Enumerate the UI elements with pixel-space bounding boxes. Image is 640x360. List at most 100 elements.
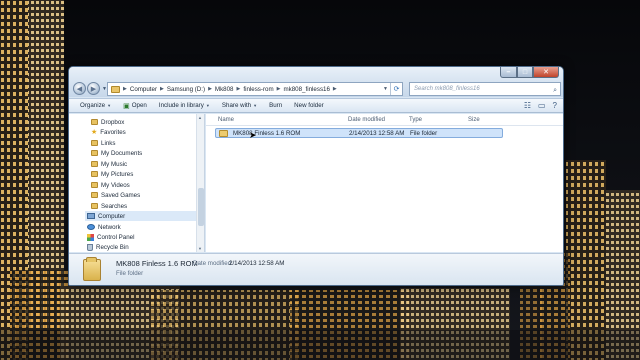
view-options-icon[interactable]: ☷ xyxy=(524,101,531,110)
close-button[interactable]: ✕ xyxy=(533,67,559,78)
navigation-pane: Dropbox ★ Favorites Links My Documents My… xyxy=(69,114,205,252)
column-date-modified[interactable]: Date modified xyxy=(348,117,385,123)
column-name[interactable]: Name xyxy=(218,117,234,123)
nav-item-label: Control Panel xyxy=(97,233,135,241)
details-pane: MK808 Finless 1.6 ROM Date modified: 2/1… xyxy=(69,253,563,285)
column-header: Name Date modified Type Size xyxy=(206,114,563,126)
title-bar[interactable]: – □ ✕ ◀ ▶ ▼ ▶ Computer ▶ Samsung (D:) ▶ … xyxy=(69,67,563,97)
nav-item-label: My Documents xyxy=(101,149,143,157)
forward-button[interactable]: ▶ xyxy=(87,82,100,95)
row-date: 2/14/2013 12:58 AM xyxy=(349,130,405,137)
nav-item-label: Favorites xyxy=(100,128,126,136)
view-controls: ☷ ▭ ? xyxy=(524,101,557,110)
chevron-right-icon: ▶ xyxy=(160,86,164,92)
address-bar[interactable]: ▶ Computer ▶ Samsung (D:) ▶ Mk808 ▶ finl… xyxy=(107,82,403,96)
breadcrumb-mk808[interactable]: Mk808 xyxy=(215,86,234,93)
table-row[interactable]: MK808 Finless 1.6 ROM 2/14/2013 12:58 AM… xyxy=(215,128,503,140)
nav-item-my-music[interactable]: My Music xyxy=(91,159,127,169)
chevron-right-icon: ▶ xyxy=(123,86,127,92)
search-input[interactable]: Search mk808_finless16 ⌕ xyxy=(409,82,561,96)
nav-item-searches[interactable]: Searches xyxy=(91,201,127,211)
details-type: File folder xyxy=(116,270,144,277)
nav-item-label: Links xyxy=(101,139,116,147)
share-with-button[interactable]: Share with ▼ xyxy=(222,102,257,109)
scroll-thumb[interactable] xyxy=(198,188,204,226)
column-type[interactable]: Type xyxy=(409,117,422,123)
column-size[interactable]: Size xyxy=(468,117,480,123)
chevron-down-icon: ▼ xyxy=(205,103,210,108)
row-type: File folder xyxy=(410,130,438,137)
control-panel-icon xyxy=(87,233,94,241)
scroll-up-icon[interactable]: ▲ xyxy=(198,115,202,120)
explorer-window: – □ ✕ ◀ ▶ ▼ ▶ Computer ▶ Samsung (D:) ▶ … xyxy=(68,66,564,286)
command-bar: Organize ▼ ▣ Open Include in library ▼ S… xyxy=(69,98,563,113)
organize-button[interactable]: Organize ▼ xyxy=(80,102,111,109)
nav-item-favorites[interactable]: ★ Favorites xyxy=(91,127,126,137)
recycle-bin-icon xyxy=(87,243,93,251)
refresh-icon: ⟳ xyxy=(393,86,400,93)
search-icon[interactable]: ⌕ xyxy=(553,85,557,97)
computer-icon xyxy=(87,213,95,219)
folder-icon xyxy=(91,192,98,198)
chevron-down-icon: ▼ xyxy=(253,103,258,108)
burn-button[interactable]: Burn xyxy=(269,102,282,109)
nav-item-label: My Videos xyxy=(101,181,130,189)
caption-buttons: – □ ✕ xyxy=(500,67,559,78)
nav-item-dropbox[interactable]: Dropbox xyxy=(91,117,124,127)
breadcrumb-computer[interactable]: Computer xyxy=(130,86,157,93)
nav-item-label: Recycle Bin xyxy=(96,243,129,251)
nav-item-saved-games[interactable]: Saved Games xyxy=(91,190,140,200)
open-icon: ▣ xyxy=(123,102,130,110)
folder-icon xyxy=(91,119,98,125)
scroll-down-icon[interactable]: ▼ xyxy=(198,246,202,251)
new-folder-button[interactable]: New folder xyxy=(294,102,324,109)
mouse-pointer-icon: ➤ xyxy=(249,130,257,140)
minimize-button[interactable]: – xyxy=(500,67,517,78)
nav-scrollbar[interactable]: ▲ ▼ xyxy=(196,114,204,252)
back-arrow-icon: ◀ xyxy=(76,85,83,93)
folder-icon xyxy=(91,203,98,209)
nav-item-my-documents[interactable]: My Documents xyxy=(91,148,142,158)
star-icon: ★ xyxy=(91,128,98,136)
folder-icon xyxy=(111,85,120,93)
folder-icon xyxy=(91,140,98,146)
chevron-right-icon: ▶ xyxy=(332,86,337,92)
organize-label: Organize xyxy=(80,102,106,109)
folder-icon xyxy=(83,257,101,281)
nav-item-my-pictures[interactable]: My Pictures xyxy=(91,169,133,179)
folder-icon xyxy=(91,171,98,177)
include-in-library-button[interactable]: Include in library ▼ xyxy=(159,102,210,109)
burn-label: Burn xyxy=(269,102,283,109)
nav-item-label: Dropbox xyxy=(101,118,125,126)
breadcrumb-current[interactable]: mk808_finless16 xyxy=(283,86,329,93)
nav-item-label: My Pictures xyxy=(101,170,134,178)
refresh-button[interactable]: ⟳ xyxy=(390,83,402,95)
breadcrumb-drive[interactable]: Samsung (D:) xyxy=(167,86,205,93)
preview-pane-icon[interactable]: ▭ xyxy=(538,101,546,110)
search-placeholder: Search mk808_finless16 xyxy=(414,86,480,92)
nav-item-control-panel[interactable]: Control Panel xyxy=(87,232,135,242)
chevron-right-icon: ▶ xyxy=(236,86,241,92)
nav-item-my-videos[interactable]: My Videos xyxy=(91,180,130,190)
file-list-pane: Name Date modified Type Size MK808 Finle… xyxy=(206,114,563,252)
nav-item-recycle-bin[interactable]: Recycle Bin xyxy=(87,242,129,252)
open-button[interactable]: ▣ Open xyxy=(123,102,147,110)
back-button[interactable]: ◀ xyxy=(73,82,86,95)
close-icon: ✕ xyxy=(543,68,549,76)
network-icon xyxy=(87,224,95,230)
nav-item-computer[interactable]: Computer xyxy=(85,211,197,221)
details-modified-value: 2/14/2013 12:58 AM xyxy=(229,260,285,267)
row-name: MK808 Finless 1.6 ROM xyxy=(233,130,301,137)
nav-item-label: Computer xyxy=(98,212,126,220)
nav-item-label: Saved Games xyxy=(101,191,141,199)
chevron-down-icon: ▼ xyxy=(107,103,112,108)
address-dropdown-icon[interactable]: ▼ xyxy=(383,86,388,92)
maximize-button[interactable]: □ xyxy=(517,67,533,78)
nav-item-label: My Music xyxy=(101,160,128,168)
folder-icon xyxy=(219,130,228,137)
maximize-icon: □ xyxy=(522,68,528,76)
help-icon[interactable]: ? xyxy=(553,101,557,110)
breadcrumb-finless-rom[interactable]: finless-rom xyxy=(243,86,273,93)
nav-item-network[interactable]: Network xyxy=(87,222,121,232)
nav-item-links[interactable]: Links xyxy=(91,138,115,148)
